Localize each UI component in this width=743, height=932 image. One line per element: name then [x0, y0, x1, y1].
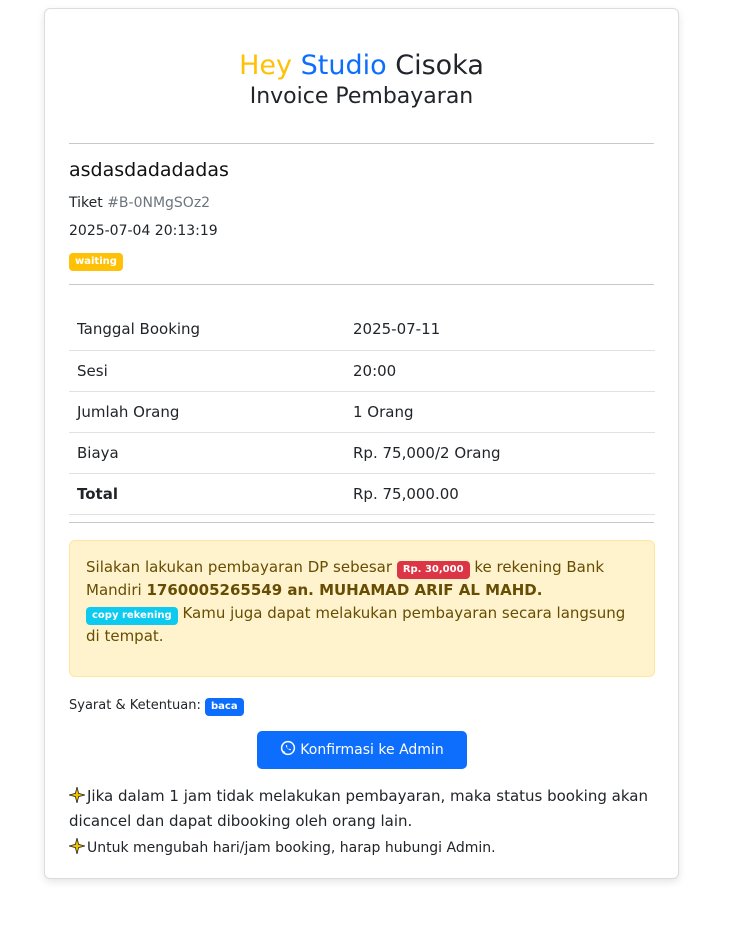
booking-details-table: Tanggal Booking 2025-07-11 Sesi 20:00 Ju…	[69, 309, 655, 515]
detail-label: Sesi	[69, 350, 345, 392]
confirm-admin-button[interactable]: Konfirmasi ke Admin	[257, 731, 467, 769]
detail-value: Rp. 75,000/2 Orang	[345, 432, 655, 474]
terms-read-link[interactable]: baca	[205, 698, 244, 716]
dp-amount-badge: Rp. 30,000	[396, 561, 470, 579]
note-text: Jika dalam 1 jam tidak melakukan pembaya…	[69, 787, 648, 830]
payment-text: Silakan lakukan pembayaran DP sebesar	[86, 558, 393, 576]
invoice-body: Hey Studio Cisoka Invoice Pembayaran asd…	[68, 9, 655, 878]
divider	[69, 522, 654, 523]
sparkle-icon	[68, 837, 87, 862]
divider	[69, 143, 654, 144]
note-item: Jika dalam 1 jam tidak melakukan pembaya…	[68, 785, 654, 833]
copy-account-button[interactable]: copy rekening	[86, 607, 178, 625]
status-badge: waiting	[69, 253, 123, 271]
note-item: Untuk mengubah hari/jam booking, harap h…	[68, 837, 654, 862]
brand-city: Cisoka	[395, 50, 484, 81]
whatsapp-icon	[280, 740, 296, 760]
confirm-admin-label: Konfirmasi ke Admin	[300, 742, 444, 758]
customer-name: asdasdadadadas	[69, 159, 229, 181]
detail-label: Jumlah Orang	[69, 391, 345, 433]
table-row: Jumlah Orang 1 Orang	[69, 391, 655, 433]
payment-alert: Silakan lakukan pembayaran DP sebesar Rp…	[69, 540, 655, 677]
terms-label: Syarat & Ketentuan:	[69, 698, 201, 713]
status-badge-wrap: waiting	[69, 249, 123, 271]
brand-title: Hey Studio Cisoka	[69, 49, 654, 83]
brand-studio: Studio	[300, 50, 387, 81]
ticket-line: Tiket #B-0NMgSOz2	[69, 195, 210, 211]
sparkle-icon	[68, 786, 87, 810]
detail-label: Tanggal Booking	[69, 309, 345, 351]
detail-label: Biaya	[69, 432, 345, 474]
invoice-header: Hey Studio Cisoka Invoice Pembayaran	[69, 49, 654, 111]
note-text: Untuk mengubah hari/jam booking, harap h…	[87, 840, 496, 856]
bank-account: 1760005265549 an. MUHAMAD ARIF AL MAHD.	[146, 581, 543, 599]
brand-hey: Hey	[239, 50, 293, 81]
detail-label: Total	[69, 473, 345, 515]
table-row: Tanggal Booking 2025-07-11	[69, 309, 655, 351]
table-row: Total Rp. 75,000.00	[69, 473, 655, 515]
detail-value: Rp. 75,000.00	[345, 473, 655, 515]
divider	[69, 284, 654, 285]
terms-line: Syarat & Ketentuan: baca	[69, 698, 244, 716]
ticket-label: Tiket	[69, 195, 103, 211]
table-row: Sesi 20:00	[69, 350, 655, 392]
detail-value: 2025-07-11	[345, 309, 655, 351]
notes: Jika dalam 1 jam tidak melakukan pembaya…	[68, 785, 654, 862]
ticket-code: #B-0NMgSOz2	[107, 195, 211, 211]
invoice-card: Hey Studio Cisoka Invoice Pembayaran asd…	[44, 8, 679, 879]
detail-value: 20:00	[345, 350, 655, 392]
created-datetime: 2025-07-04 20:13:19	[69, 223, 218, 239]
detail-value: 1 Orang	[345, 391, 655, 433]
table-row: Biaya Rp. 75,000/2 Orang	[69, 432, 655, 474]
invoice-subtitle: Invoice Pembayaran	[249, 84, 474, 109]
